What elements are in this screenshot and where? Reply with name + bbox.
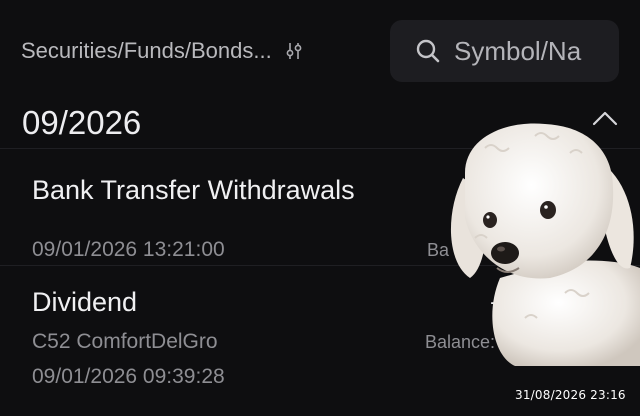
transaction-title: Bank Transfer Withdrawals — [32, 175, 355, 205]
asset-filter-label: Securities/Funds/Bonds... — [21, 38, 272, 63]
timestamp-overlay: 31/08/2026 23:16 — [515, 388, 626, 402]
asset-filter[interactable]: Securities/Funds/Bonds... — [21, 38, 304, 64]
transaction-title: Dividend — [32, 287, 138, 317]
dog-photo-sticker — [450, 123, 640, 366]
sliders-icon[interactable] — [284, 41, 304, 61]
header-bar: Securities/Funds/Bonds... — [0, 0, 640, 100]
search-input[interactable] — [454, 35, 604, 67]
month-title: 09/2026 — [22, 104, 142, 141]
search-icon — [416, 39, 440, 63]
search-box[interactable] — [390, 20, 619, 82]
transaction-datetime: 09/01/2026 09:39:28 — [32, 365, 225, 388]
transaction-datetime: 09/01/2026 13:21:00 — [32, 238, 225, 261]
transaction-security: C52 ComfortDelGro — [32, 330, 218, 353]
